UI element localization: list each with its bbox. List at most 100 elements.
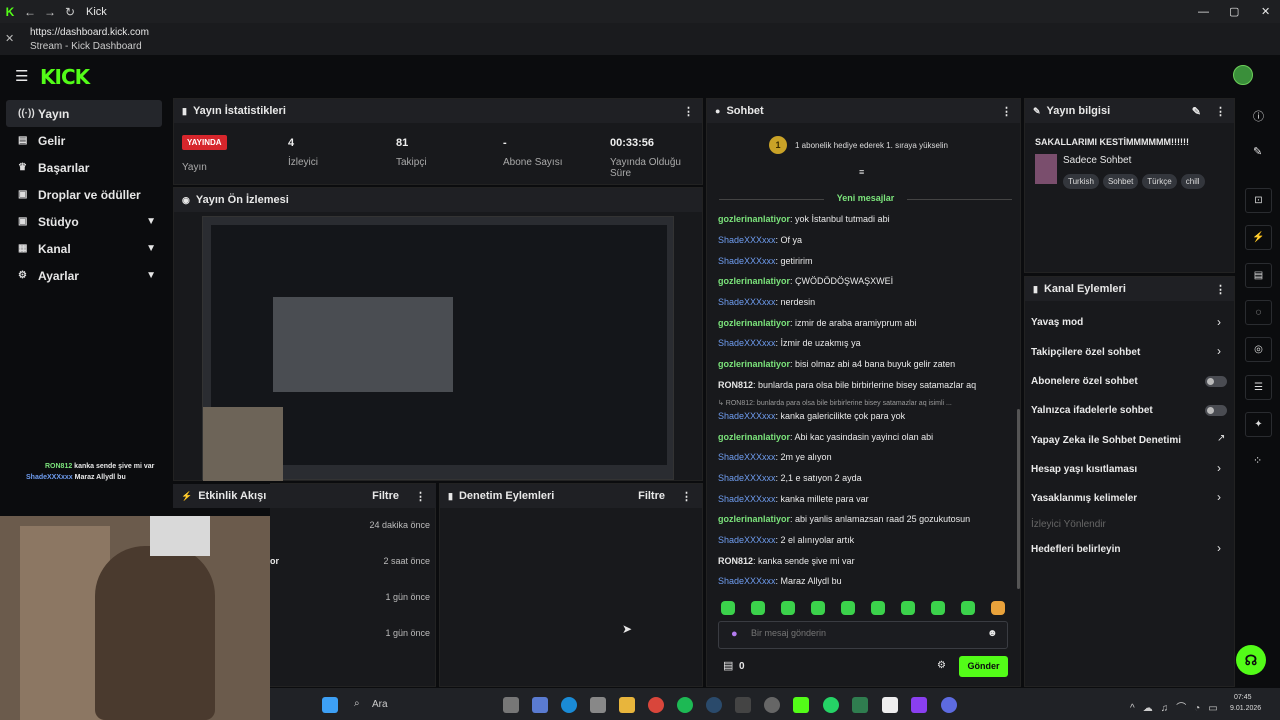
chevron-right-icon[interactable]: › — [1217, 344, 1221, 358]
chat-username[interactable]: ShadeXXXxxx — [718, 452, 776, 462]
pen-icon[interactable]: ✎ — [1253, 145, 1262, 158]
tray-icons[interactable]: ^☁♫⌒◔▭ — [1130, 699, 1226, 714]
app-icon[interactable] — [852, 697, 868, 713]
chat-username[interactable]: gozlerinanlatiyor — [718, 514, 790, 524]
emote-icon[interactable] — [871, 601, 885, 615]
chat-username[interactable]: ShadeXXXxxx — [718, 297, 776, 307]
sidebar-item-yayin[interactable]: ((·)) Yayın — [6, 100, 162, 127]
chat-username[interactable]: gozlerinanlatiyor — [718, 359, 790, 369]
mic-icon[interactable]: ● — [731, 628, 738, 640]
pin-icon[interactable]: ≡ — [859, 167, 864, 177]
emote-icon[interactable] — [931, 601, 945, 615]
action-followers-only[interactable]: Takipçilere özel sohbet — [1031, 347, 1140, 358]
close-url-icon[interactable]: ✕ — [5, 32, 14, 45]
moderation-filter-button[interactable]: Filtre — [638, 490, 665, 502]
emote-icon[interactable] — [781, 601, 795, 615]
task-view-icon[interactable] — [503, 697, 519, 713]
chevron-right-icon[interactable]: › — [1217, 315, 1221, 329]
stream-preview-video[interactable] — [202, 216, 674, 481]
more-icon[interactable]: ⋮ — [681, 490, 692, 503]
chat-username[interactable]: ShadeXXXxxx — [718, 411, 776, 421]
clock-date[interactable]: 9.01.2026 — [1230, 705, 1261, 712]
menu-icon[interactable]: ☰ — [15, 67, 28, 85]
edit-icon[interactable]: ✎ — [1192, 105, 1201, 118]
rail-button-broadcast[interactable]: ◎ — [1245, 337, 1272, 362]
action-slow-mode[interactable]: Yavaş mod — [1031, 317, 1083, 328]
close-button[interactable]: ✕ — [1261, 5, 1270, 18]
chat-username[interactable]: RON812 — [718, 556, 753, 566]
chat-username[interactable]: ShadeXXXxxx — [718, 535, 776, 545]
help-button[interactable]: ☊ — [1236, 645, 1266, 675]
rail-button-chat[interactable]: ◌ — [1245, 300, 1272, 325]
action-subscribers-only[interactable]: Abonelere özel sohbet — [1031, 376, 1138, 387]
sidebar-item-ayarlar[interactable]: ⚙ Ayarlar ▼ — [6, 262, 162, 289]
maximize-button[interactable]: ▢ — [1229, 5, 1239, 18]
action-goals[interactable]: Hedefleri belirleyin — [1031, 544, 1120, 555]
store-icon[interactable] — [590, 697, 606, 713]
activity-filter-button[interactable]: Filtre — [372, 490, 399, 502]
rail-button-capture[interactable]: ⊡ — [1245, 188, 1272, 213]
rail-button-list[interactable]: ☰ — [1245, 375, 1272, 400]
action-banned-words[interactable]: Yasaklanmış kelimeler — [1031, 493, 1137, 504]
app-icon[interactable] — [882, 697, 898, 713]
chat-username[interactable]: RON812 — [718, 380, 753, 390]
chat-input[interactable] — [751, 628, 971, 638]
chat-username[interactable]: ShadeXXXxxx — [718, 473, 776, 483]
chat-username[interactable]: ShadeXXXxxx — [718, 576, 776, 586]
sidebar-item-basarilar[interactable]: ♛ Başarılar — [6, 154, 162, 181]
kick-logo[interactable]: KICK — [40, 65, 90, 89]
whatsapp-icon[interactable] — [823, 697, 839, 713]
send-button[interactable]: Gönder — [959, 656, 1008, 677]
clock-time[interactable]: 07:45 — [1234, 694, 1252, 701]
sidebar-item-droplar[interactable]: ▣ Droplar ve ödüller — [6, 181, 162, 208]
chat-username[interactable]: ShadeXXXxxx — [718, 338, 776, 348]
emoji-icon[interactable]: ☻ — [987, 628, 998, 639]
chat-username[interactable]: ShadeXXXxxx — [718, 235, 776, 245]
emote-icon[interactable] — [811, 601, 825, 615]
tag[interactable]: Sohbet — [1102, 174, 1139, 189]
emote-icon[interactable] — [961, 601, 975, 615]
chat-username[interactable]: gozlerinanlatiyor — [718, 432, 790, 442]
emote-icon[interactable] — [901, 601, 915, 615]
app-icon[interactable] — [735, 697, 751, 713]
chat-username[interactable]: gozlerinanlatiyor — [718, 276, 790, 286]
reload-icon[interactable]: ↻ — [60, 5, 80, 19]
tag[interactable]: chill — [1180, 174, 1205, 189]
action-account-age[interactable]: Hesap yaşı kısıtlaması — [1031, 464, 1137, 475]
emote-icon[interactable] — [751, 601, 765, 615]
sidebar-item-kanal[interactable]: ▦ Kanal ▼ — [6, 235, 162, 262]
chat-username[interactable]: ShadeXXXxxx — [718, 494, 776, 504]
windows-start-icon[interactable] — [322, 697, 338, 713]
more-icon[interactable]: ⋮ — [1215, 283, 1226, 296]
taskbar-search[interactable]: ⌕ Ara — [346, 696, 496, 714]
chat-settings-icon[interactable]: ⚙ — [937, 660, 946, 671]
sidebar-item-studyo[interactable]: ▣ Stüdyo ▼ — [6, 208, 162, 235]
spotify-icon[interactable] — [677, 697, 693, 713]
chat-username[interactable]: ShadeXXXxxx — [718, 256, 776, 266]
external-link-icon[interactable]: ↗ — [1217, 433, 1225, 444]
chevron-right-icon[interactable]: › — [1217, 490, 1221, 504]
emote-only-toggle[interactable] — [1205, 405, 1227, 416]
chat-scrollbar[interactable] — [1017, 409, 1020, 589]
minimize-button[interactable]: — — [1198, 6, 1209, 18]
subscribers-only-toggle[interactable] — [1205, 376, 1227, 387]
url-text[interactable]: https://dashboard.kick.com — [30, 27, 149, 38]
emote-icon[interactable] — [991, 601, 1005, 615]
chat-username[interactable]: gozlerinanlatiyor — [718, 318, 790, 328]
avatar[interactable] — [1233, 65, 1253, 85]
kick-taskbar-icon[interactable] — [793, 697, 809, 713]
more-icon[interactable]: ⋮ — [1215, 105, 1226, 118]
chrome-icon[interactable] — [648, 697, 664, 713]
chat-username[interactable]: gozlerinanlatiyor — [718, 214, 790, 224]
app-icon[interactable] — [911, 697, 927, 713]
more-icon[interactable]: ⋮ — [1001, 105, 1012, 118]
more-icon[interactable]: ⋮ — [683, 105, 694, 118]
apps-icon[interactable]: ⁘ — [1253, 454, 1262, 467]
rail-button-bolt[interactable]: ⚡ — [1245, 225, 1272, 250]
more-icon[interactable]: ⋮ — [415, 490, 426, 503]
steam-icon[interactable] — [706, 697, 722, 713]
rail-button-doc[interactable]: ▤ — [1245, 263, 1272, 288]
info-icon[interactable]: ⓘ — [1253, 108, 1264, 124]
edge-icon[interactable] — [561, 697, 577, 713]
forward-icon[interactable]: → — [40, 5, 60, 19]
